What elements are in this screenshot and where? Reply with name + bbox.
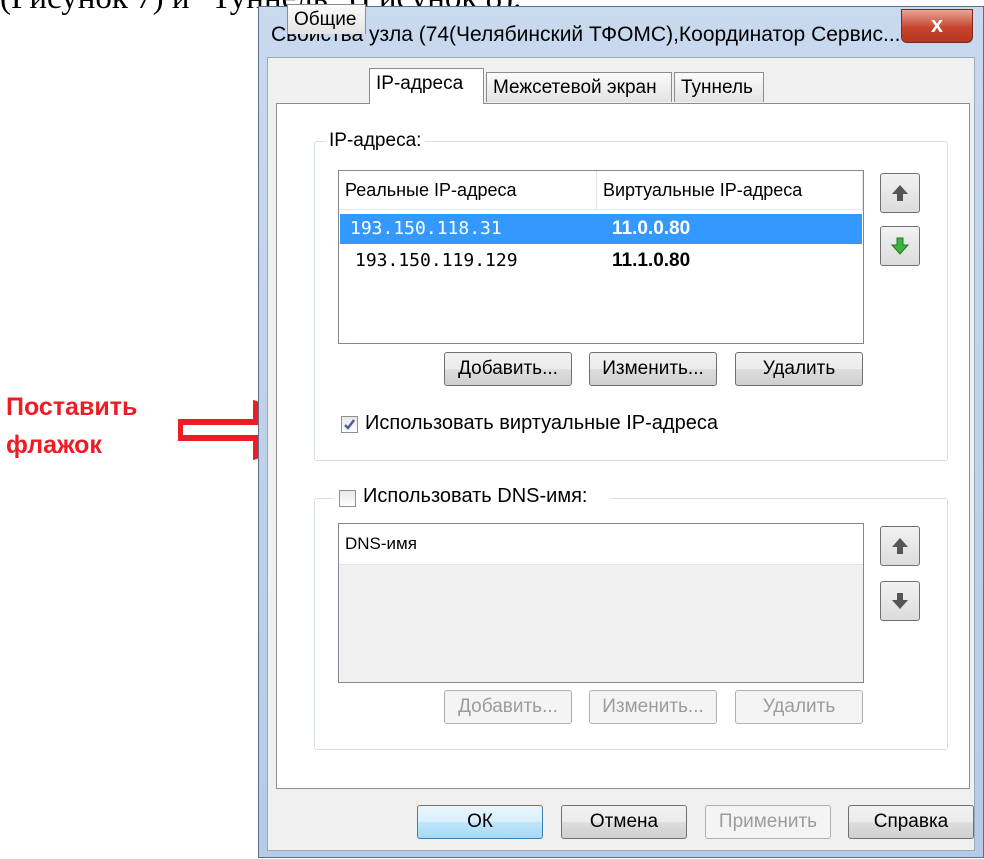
dns-list: DNS-имя	[338, 523, 864, 683]
checkmark-icon	[344, 419, 355, 430]
use-virtual-ip-label[interactable]: Использовать виртуальные IP-адреса	[365, 412, 718, 435]
cancel-button[interactable]: Отмена	[561, 805, 687, 839]
delete-dns-button[interactable]: Удалить	[735, 690, 863, 724]
add-ip-button[interactable]: Добавить...	[444, 352, 572, 386]
tab-firewall[interactable]: Межсетевой экран	[486, 72, 672, 102]
virtual-ip-cell: 11.1.0.80	[612, 250, 691, 271]
move-up-button[interactable]	[880, 173, 920, 213]
use-dns-checkbox[interactable]	[339, 490, 356, 507]
annotation-text: Поставить флажок	[6, 388, 137, 464]
ok-button[interactable]: ОК	[417, 805, 543, 839]
real-ip-cell: 193.150.118.31	[350, 218, 502, 239]
arrow-up-icon	[892, 185, 908, 201]
ip-address-list[interactable]: Реальные IP-адреса Виртуальные IP-адреса…	[338, 170, 864, 344]
tab-tunnel[interactable]: Туннель	[674, 72, 764, 102]
dns-move-down-button[interactable]	[880, 581, 920, 621]
dns-move-up-button[interactable]	[880, 526, 920, 566]
add-dns-button[interactable]: Добавить...	[444, 690, 572, 724]
real-ip-cell: 193.150.119.129	[355, 250, 518, 271]
apply-button[interactable]: Применить	[705, 805, 831, 839]
use-dns-label[interactable]: Использовать DNS-имя:	[363, 485, 587, 508]
move-down-button[interactable]	[880, 226, 920, 266]
table-row[interactable]: 193.150.119.129 11.1.0.80	[340, 246, 862, 276]
tab-ip-addresses[interactable]: IP-адреса	[369, 68, 484, 104]
dns-list-header: DNS-имя	[339, 524, 863, 565]
delete-ip-button[interactable]: Удалить	[735, 352, 863, 386]
table-row[interactable]: 193.150.118.31 11.0.0.80	[340, 214, 862, 244]
column-dns-name: DNS-имя	[345, 534, 417, 553]
ip-group-label: IP-адреса:	[325, 130, 426, 152]
column-real-ip[interactable]: Реальные IP-адреса	[339, 171, 597, 209]
close-button[interactable]: x	[901, 9, 973, 43]
use-virtual-ip-checkbox[interactable]	[341, 416, 358, 433]
arrow-down-icon	[892, 593, 908, 609]
help-button[interactable]: Справка	[848, 805, 974, 839]
close-icon: x	[930, 12, 944, 37]
list-header: Реальные IP-адреса Виртуальные IP-адреса	[339, 171, 863, 210]
edit-ip-button[interactable]: Изменить...	[589, 352, 717, 386]
arrow-down-green-icon	[890, 237, 910, 255]
arrow-up-icon	[892, 538, 908, 554]
column-virtual-ip[interactable]: Виртуальные IP-адреса	[597, 171, 863, 209]
annotation-line-2: флажок	[6, 431, 102, 459]
edit-dns-button[interactable]: Изменить...	[589, 690, 717, 724]
annotation-line-1: Поставить	[6, 393, 138, 421]
virtual-ip-cell: 11.0.0.80	[612, 218, 691, 239]
tab-general[interactable]: Общие	[287, 4, 366, 34]
